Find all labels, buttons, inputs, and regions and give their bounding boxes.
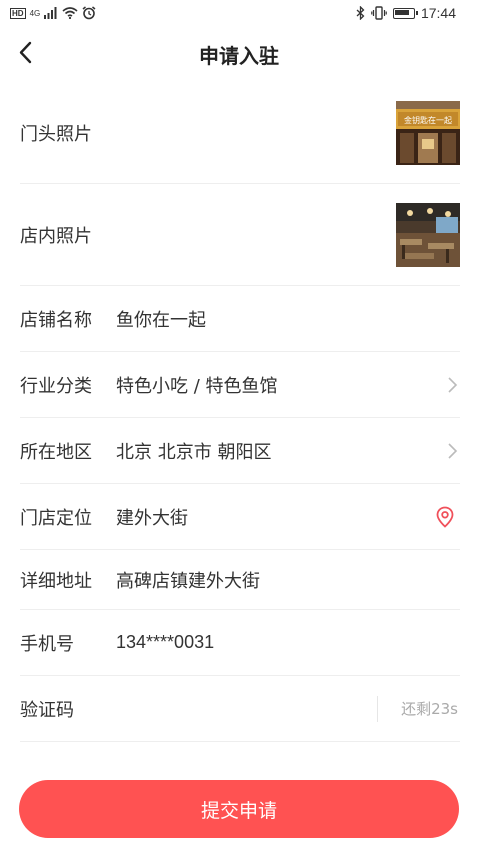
submit-button[interactable]: 提交申请 [19,780,459,838]
address-label: 详细地址 [20,570,92,592]
interior-photo [396,202,460,267]
region-row[interactable]: 所在地区 北京 北京市 朝阳区 [20,418,460,484]
location-row[interactable]: 门店定位 建外大街 [20,484,460,550]
status-bar: HD 4G 17:44 [0,0,478,28]
address-row[interactable]: 详细地址 高碑店镇建外大街 [20,550,460,610]
battery-icon [392,7,418,19]
region-label: 所在地区 [20,441,92,463]
phone-row[interactable]: 手机号 134****0031 [20,610,460,676]
storefront-sign-text: 金钥匙在一起 [404,115,452,125]
interior-photo-row[interactable]: 店内照片 [20,184,460,286]
chevron-right-icon[interactable] [446,376,460,394]
status-right: 17:44 [356,5,456,21]
shop-name-row[interactable]: 店铺名称 鱼你在一起 [20,286,460,352]
phone-value[interactable]: 134****0031 [116,632,214,653]
shop-name-label: 店铺名称 [20,309,92,331]
interior-photo-label: 店内照片 [20,225,92,247]
battery-level [395,10,410,15]
industry-value[interactable]: 特色小吃 / 特色鱼馆 [116,372,278,398]
hd-icon: HD [10,7,26,19]
industry-label: 行业分类 [20,375,92,397]
chevron-right-icon[interactable] [446,442,460,460]
status-left: HD 4G [10,6,96,20]
vibrate-icon [371,6,387,20]
location-pin-icon[interactable] [436,506,454,528]
page-title: 申请入驻 [199,44,279,68]
location-label: 门店定位 [20,507,92,529]
nav-bar: 申请入驻 [0,28,478,80]
front-photo-thumbnail[interactable]: 金钥匙在一起 [396,100,460,165]
address-value[interactable]: 高碑店镇建外大街 [116,567,260,593]
storefront-photo: 金钥匙在一起 [396,100,460,165]
industry-row[interactable]: 行业分类 特色小吃 / 特色鱼馆 [20,352,460,418]
bluetooth-icon [356,6,365,20]
front-photo-row[interactable]: 门头照片 金钥匙在一起 [20,82,460,184]
verification-code-row[interactable]: 验证码 还剩23s [20,676,460,742]
interior-photo-thumbnail[interactable] [396,202,460,267]
verification-code-label: 验证码 [20,699,74,721]
alarm-icon [82,6,96,20]
apply-form: 门头照片 金钥匙在一起 店内照片 店铺名称 鱼你在一起 行业分类 特色小吃 / … [20,82,460,742]
front-photo-label: 门头照片 [20,123,92,145]
network-type: 4G [29,8,41,18]
resend-countdown[interactable]: 还剩23s [401,698,458,719]
signal-icon [44,7,57,19]
phone-label: 手机号 [20,633,74,655]
location-value[interactable]: 建外大街 [116,504,188,530]
shop-name-value[interactable]: 鱼你在一起 [116,306,206,332]
wifi-icon [62,7,78,19]
region-value[interactable]: 北京 北京市 朝阳区 [116,438,271,464]
code-divider [377,696,378,722]
clock: 17:44 [420,5,456,21]
